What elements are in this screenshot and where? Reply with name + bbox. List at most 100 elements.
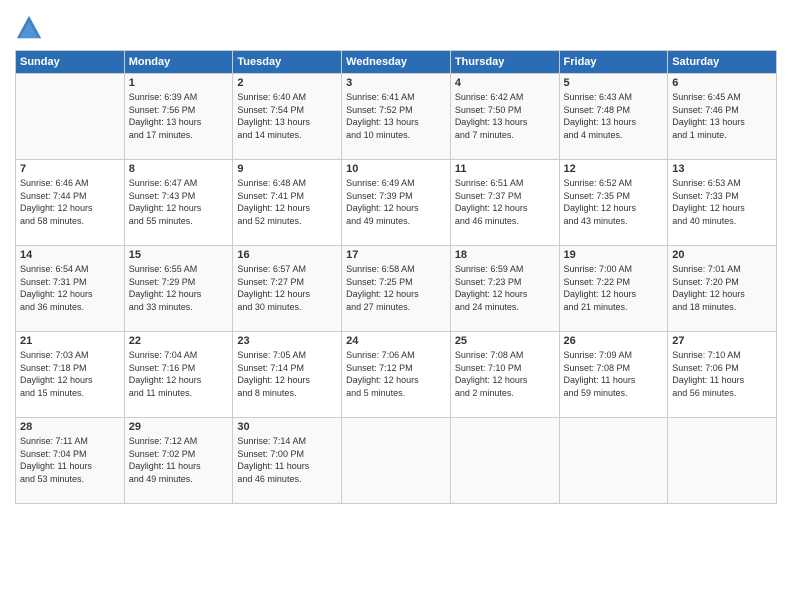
header-day-friday: Friday — [559, 51, 668, 74]
day-number: 11 — [455, 163, 555, 175]
header-row: SundayMondayTuesdayWednesdayThursdayFrid… — [16, 51, 777, 74]
day-number: 19 — [564, 249, 664, 261]
day-number: 22 — [129, 335, 229, 347]
calendar-cell: 16Sunrise: 6:57 AM Sunset: 7:27 PM Dayli… — [233, 246, 342, 332]
day-number: 12 — [564, 163, 664, 175]
calendar-cell: 10 Sunrise: 6:49 AM Sunset: 7:39 PM Dayli… — [342, 160, 451, 246]
day-number: 13 — [672, 163, 772, 175]
week-row-3: 14 Sunrise: 6:54 AM Sunset: 7:31 PM Dayli… — [16, 246, 777, 332]
calendar-table: SundayMondayTuesdayWednesdayThursdayFrid… — [15, 50, 777, 504]
day-info: Sunrise: 6:43 AM Sunset: 7:48 PM Dayligh… — [564, 91, 664, 141]
calendar-cell: 27 Sunrise: 7:10 AM Sunset: 7:06 PM Dayli… — [668, 332, 777, 418]
day-number: 7 — [20, 163, 120, 175]
calendar-cell — [342, 418, 451, 504]
day-number: 29 — [129, 421, 229, 433]
calendar-header: SundayMondayTuesdayWednesdayThursdayFrid… — [16, 51, 777, 74]
calendar-cell: 3Sunrise: 6:41 AM Sunset: 7:52 PM Daylig… — [342, 74, 451, 160]
calendar-cell: 2 Sunrise: 6:40 AM Sunset: 7:54 PM Daylig… — [233, 74, 342, 160]
day-info: Sunrise: 7:11 AM Sunset: 7:04 PM Dayligh… — [20, 435, 120, 485]
calendar-cell — [668, 418, 777, 504]
day-number: 17 — [346, 249, 446, 261]
calendar-cell: 4 Sunrise: 6:42 AM Sunset: 7:50 PM Daylig… — [450, 74, 559, 160]
day-info: Sunrise: 7:04 AM Sunset: 7:16 PM Dayligh… — [129, 349, 229, 399]
day-info: Sunrise: 6:53 AM Sunset: 7:33 PM Dayligh… — [672, 177, 772, 227]
day-info: Sunrise: 6:58 AM Sunset: 7:25 PM Dayligh… — [346, 263, 446, 313]
day-number: 18 — [455, 249, 555, 261]
day-info: Sunrise: 6:51 AM Sunset: 7:37 PM Dayligh… — [455, 177, 555, 227]
day-number: 5 — [564, 77, 664, 89]
day-info: Sunrise: 7:10 AM Sunset: 7:06 PM Dayligh… — [672, 349, 772, 399]
calendar-body: 1 Sunrise: 6:39 AM Sunset: 7:56 PM Daylig… — [16, 74, 777, 504]
calendar-cell: 24Sunrise: 7:06 AM Sunset: 7:12 PM Dayli… — [342, 332, 451, 418]
day-info: Sunrise: 6:47 AM Sunset: 7:43 PM Dayligh… — [129, 177, 229, 227]
calendar-cell: 22 Sunrise: 7:04 AM Sunset: 7:16 PM Dayli… — [124, 332, 233, 418]
day-info: Sunrise: 6:46 AM Sunset: 7:44 PM Dayligh… — [20, 177, 120, 227]
day-number: 8 — [129, 163, 229, 175]
calendar-cell: 26 Sunrise: 7:09 AM Sunset: 7:08 PM Dayli… — [559, 332, 668, 418]
calendar-cell: 6 Sunrise: 6:45 AM Sunset: 7:46 PM Daylig… — [668, 74, 777, 160]
calendar-cell: 17 Sunrise: 6:58 AM Sunset: 7:25 PM Dayli… — [342, 246, 451, 332]
week-row-2: 7 Sunrise: 6:46 AM Sunset: 7:44 PM Daylig… — [16, 160, 777, 246]
day-number: 23 — [237, 335, 337, 347]
day-number: 25 — [455, 335, 555, 347]
day-number: 27 — [672, 335, 772, 347]
calendar-cell: 29 Sunrise: 7:12 AM Sunset: 7:02 PM Dayli… — [124, 418, 233, 504]
calendar-cell: 13 Sunrise: 6:53 AM Sunset: 7:33 PM Dayli… — [668, 160, 777, 246]
day-number: 9 — [237, 163, 337, 175]
calendar-cell: 15 Sunrise: 6:55 AM Sunset: 7:29 PM Dayli… — [124, 246, 233, 332]
day-number: 14 — [20, 249, 120, 261]
calendar-cell — [559, 418, 668, 504]
week-row-4: 21Sunrise: 7:03 AM Sunset: 7:18 PM Dayli… — [16, 332, 777, 418]
calendar-cell: 7 Sunrise: 6:46 AM Sunset: 7:44 PM Daylig… — [16, 160, 125, 246]
day-info: Sunrise: 7:12 AM Sunset: 7:02 PM Dayligh… — [129, 435, 229, 485]
calendar-cell: 20Sunrise: 7:01 AM Sunset: 7:20 PM Dayli… — [668, 246, 777, 332]
day-number: 1 — [129, 77, 229, 89]
day-info: Sunrise: 7:05 AM Sunset: 7:14 PM Dayligh… — [237, 349, 337, 399]
day-number: 3 — [346, 77, 446, 89]
calendar-cell: 23 Sunrise: 7:05 AM Sunset: 7:14 PM Dayli… — [233, 332, 342, 418]
page-header — [15, 10, 777, 42]
calendar-cell: 25Sunrise: 7:08 AM Sunset: 7:10 PM Dayli… — [450, 332, 559, 418]
day-info: Sunrise: 6:57 AM Sunset: 7:27 PM Dayligh… — [237, 263, 337, 313]
header-day-monday: Monday — [124, 51, 233, 74]
day-info: Sunrise: 6:55 AM Sunset: 7:29 PM Dayligh… — [129, 263, 229, 313]
day-number: 10 — [346, 163, 446, 175]
day-info: Sunrise: 6:39 AM Sunset: 7:56 PM Dayligh… — [129, 91, 229, 141]
day-info: Sunrise: 7:14 AM Sunset: 7:00 PM Dayligh… — [237, 435, 337, 485]
calendar-cell — [16, 74, 125, 160]
logo — [15, 14, 45, 42]
day-info: Sunrise: 6:40 AM Sunset: 7:54 PM Dayligh… — [237, 91, 337, 141]
day-number: 6 — [672, 77, 772, 89]
day-number: 2 — [237, 77, 337, 89]
day-number: 24 — [346, 335, 446, 347]
calendar-cell — [450, 418, 559, 504]
day-number: 26 — [564, 335, 664, 347]
calendar-cell: 12 Sunrise: 6:52 AM Sunset: 7:35 PM Dayli… — [559, 160, 668, 246]
calendar-cell: 28Sunrise: 7:11 AM Sunset: 7:04 PM Dayli… — [16, 418, 125, 504]
day-info: Sunrise: 6:48 AM Sunset: 7:41 PM Dayligh… — [237, 177, 337, 227]
calendar-cell: 5 Sunrise: 6:43 AM Sunset: 7:48 PM Daylig… — [559, 74, 668, 160]
day-info: Sunrise: 6:42 AM Sunset: 7:50 PM Dayligh… — [455, 91, 555, 141]
calendar-cell: 14 Sunrise: 6:54 AM Sunset: 7:31 PM Dayli… — [16, 246, 125, 332]
day-number: 30 — [237, 421, 337, 433]
day-info: Sunrise: 6:52 AM Sunset: 7:35 PM Dayligh… — [564, 177, 664, 227]
logo-icon — [15, 14, 43, 42]
day-info: Sunrise: 7:03 AM Sunset: 7:18 PM Dayligh… — [20, 349, 120, 399]
day-info: Sunrise: 7:01 AM Sunset: 7:20 PM Dayligh… — [672, 263, 772, 313]
day-number: 4 — [455, 77, 555, 89]
header-day-tuesday: Tuesday — [233, 51, 342, 74]
calendar-cell: 11 Sunrise: 6:51 AM Sunset: 7:37 PM Dayli… — [450, 160, 559, 246]
calendar-cell: 18 Sunrise: 6:59 AM Sunset: 7:23 PM Dayli… — [450, 246, 559, 332]
day-info: Sunrise: 6:59 AM Sunset: 7:23 PM Dayligh… — [455, 263, 555, 313]
calendar-cell: 21Sunrise: 7:03 AM Sunset: 7:18 PM Dayli… — [16, 332, 125, 418]
header-day-thursday: Thursday — [450, 51, 559, 74]
day-number: 15 — [129, 249, 229, 261]
day-info: Sunrise: 7:09 AM Sunset: 7:08 PM Dayligh… — [564, 349, 664, 399]
day-info: Sunrise: 6:45 AM Sunset: 7:46 PM Dayligh… — [672, 91, 772, 141]
calendar-cell: 9 Sunrise: 6:48 AM Sunset: 7:41 PM Daylig… — [233, 160, 342, 246]
header-day-wednesday: Wednesday — [342, 51, 451, 74]
calendar-cell: 30 Sunrise: 7:14 AM Sunset: 7:00 PM Dayli… — [233, 418, 342, 504]
header-day-saturday: Saturday — [668, 51, 777, 74]
day-info: Sunrise: 6:54 AM Sunset: 7:31 PM Dayligh… — [20, 263, 120, 313]
day-info: Sunrise: 6:49 AM Sunset: 7:39 PM Dayligh… — [346, 177, 446, 227]
